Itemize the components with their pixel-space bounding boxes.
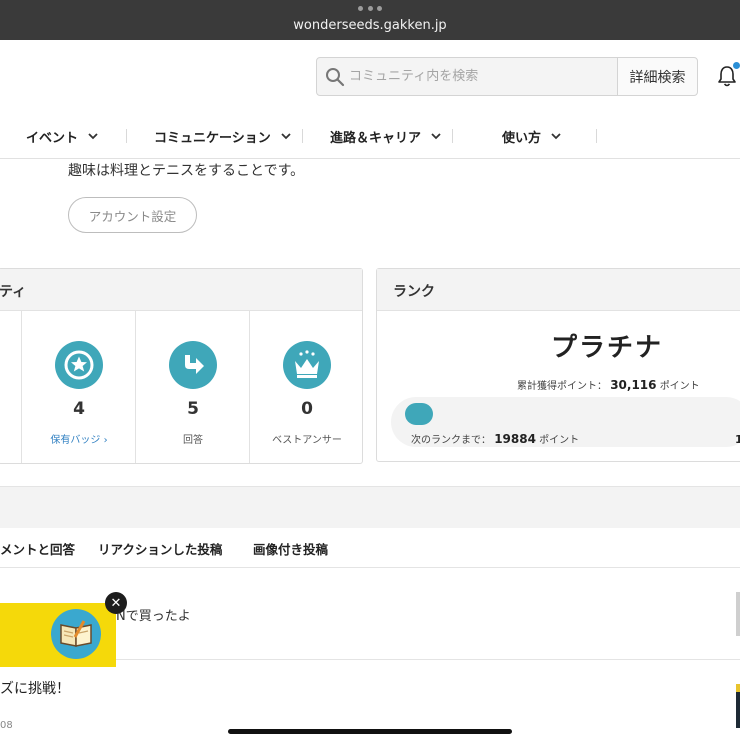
rank-progress-fill: [405, 403, 433, 425]
chevron-down-icon: [281, 133, 291, 140]
next-rank-points: 次のランクまで： 19884 ポイント: [411, 431, 579, 446]
stat-answers: 5 回答: [135, 311, 249, 463]
stat-label: ベストアンサー: [272, 435, 342, 446]
post-item-text[interactable]: Nで買ったよ: [116, 605, 191, 624]
stat-label: 回答: [183, 435, 203, 446]
home-indicator[interactable]: [228, 729, 512, 734]
rank-panel: ランク プラチナ 累計獲得ポイント： 30,116 ポイント 次のランクまで： …: [376, 268, 740, 462]
points-unit: ポイント: [659, 381, 700, 392]
tab-image-posts[interactable]: 画像付き投稿: [253, 539, 328, 558]
section-header-band: [0, 486, 740, 528]
total-points: 累計獲得ポイント： 30,116 ポイント: [517, 377, 700, 392]
badges-link[interactable]: 保有バッジ ›: [22, 431, 136, 446]
nav-item-label: コミュニケーション: [154, 130, 271, 146]
badge-star-icon: [55, 341, 103, 389]
activity-panel-header: ティ: [0, 269, 362, 311]
nav-divider: [126, 129, 127, 143]
nav-item-howto[interactable]: 使い方: [502, 124, 561, 148]
profile-bio: 趣味は料理とテニスをすることです。: [68, 163, 305, 179]
reply-arrow-icon: [169, 341, 217, 389]
search-input[interactable]: [347, 58, 615, 95]
stat-value: 5: [187, 399, 199, 419]
browser-url[interactable]: wonderseeds.gakken.jp: [0, 18, 740, 33]
account-settings-button[interactable]: アカウント設定: [68, 197, 197, 233]
rank-name: プラチナ: [551, 333, 664, 363]
stat-badges[interactable]: 4 保有バッジ ›: [21, 311, 135, 463]
stat-best-answers: 0 ベストアンサー: [249, 311, 363, 463]
activity-panel: ティ 4 保有バッジ › 5 回答 0 ベストアンサー: [0, 268, 363, 464]
nav-item-label: イベント: [26, 130, 79, 146]
chevron-down-icon: [551, 133, 561, 140]
close-ad-button[interactable]: ✕: [105, 592, 127, 614]
crown-icon: [283, 341, 331, 389]
nav-divider: [452, 129, 453, 143]
total-points-value: 30,116: [610, 378, 657, 392]
post-thumbnail[interactable]: [736, 592, 740, 636]
book-pencil-icon: [51, 609, 101, 659]
tabs-bottom-border: [0, 567, 740, 568]
nav-bottom-border: [0, 158, 740, 159]
nav-item-career[interactable]: 進路＆キャリア: [330, 124, 441, 148]
chevron-down-icon: [431, 133, 441, 140]
rank-panel-header: ランク: [377, 269, 740, 311]
nav-item-event[interactable]: イベント: [26, 124, 98, 148]
next-rank-right-value: 1: [735, 433, 740, 446]
next-rank-value: 19884: [494, 432, 536, 446]
notification-dot: [733, 62, 740, 69]
nav-item-label: 使い方: [502, 130, 542, 146]
nav-divider: [596, 129, 597, 143]
nav-item-communication[interactable]: コミュニケーション: [154, 124, 291, 148]
rank-panel-title: ランク: [393, 284, 435, 300]
nav-divider: [302, 129, 303, 143]
chevron-down-icon: [88, 133, 98, 140]
stat-value: 4: [73, 399, 85, 419]
multitasking-dots[interactable]: [358, 6, 382, 12]
stat-value: 0: [301, 399, 313, 419]
post-item-meta: 08: [0, 720, 13, 731]
next-rank-label: 次のランクまで：: [411, 435, 491, 446]
activity-panel-title: ティ: [0, 284, 27, 300]
search-box[interactable]: [316, 57, 618, 96]
nav-item-label: 進路＆キャリア: [330, 130, 422, 146]
total-points-label: 累計獲得ポイント：: [517, 381, 607, 392]
search-icon: [326, 68, 345, 87]
post-item-title[interactable]: ズに挑戦！: [0, 678, 70, 698]
advanced-search-button[interactable]: 詳細検索: [617, 57, 698, 96]
tab-comments-answers[interactable]: メントと回答: [0, 539, 75, 558]
post-thumbnail-accent: [736, 684, 740, 692]
tab-reacted-posts[interactable]: リアクションした投稿: [98, 539, 222, 558]
points-unit: ポイント: [539, 435, 580, 446]
ad-banner[interactable]: [0, 603, 116, 667]
